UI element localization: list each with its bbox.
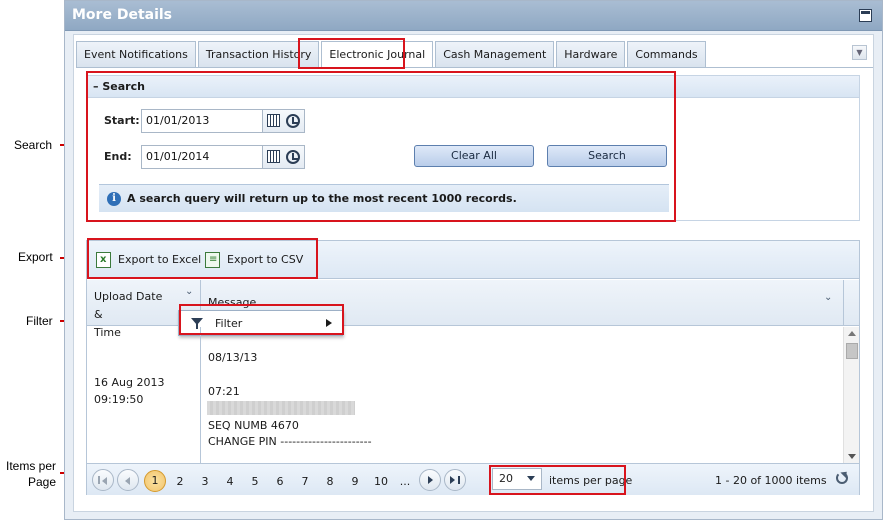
page-number[interactable]: 5 (249, 475, 261, 488)
page-number[interactable]: 9 (349, 475, 361, 488)
journal-grid: Export to Excel Export to CSV Upload Dat… (86, 240, 860, 495)
clock-icon[interactable] (286, 150, 300, 164)
tab-hardware[interactable]: Hardware (556, 41, 626, 67)
info-icon: i (107, 192, 121, 206)
upload-date-cell: 16 Aug 2013 09:19:50 (87, 327, 201, 463)
maximize-icon[interactable] (859, 9, 872, 22)
page-number[interactable]: 1 (144, 470, 166, 492)
start-date-picker (263, 109, 305, 133)
chevron-down-icon[interactable]: ⌄ (185, 286, 193, 297)
csv-icon (205, 252, 220, 268)
refresh-icon[interactable] (836, 472, 848, 484)
table-row[interactable]: 16 Aug 2013 09:19:50 08/13/13 07:21 SEQ … (87, 327, 859, 463)
submenu-arrow-icon (326, 319, 332, 327)
tab-commands[interactable]: Commands (627, 41, 706, 67)
scroll-down-icon[interactable] (848, 454, 856, 459)
search-panel: – Search Start: 01/01/2013 End: 01/01/20… (86, 75, 860, 221)
prev-page-icon (125, 477, 130, 485)
upload-time: 09:19:50 (94, 393, 144, 406)
start-label: Start: (104, 114, 140, 127)
dropdown-arrow-icon (527, 476, 535, 481)
search-info-text: A search query will return up to the mos… (127, 192, 517, 205)
filter-callout-label: Filter (26, 314, 53, 328)
calendar-icon[interactable] (267, 150, 280, 163)
message-line-1: 08/13/13 (208, 351, 258, 364)
export-excel-button[interactable]: Export to Excel (96, 251, 201, 269)
end-date-input[interactable]: 01/01/2014 (141, 145, 263, 169)
export-callout-label: Export (18, 250, 53, 264)
last-page-icon (450, 476, 455, 484)
tab-electronic-journal[interactable]: Electronic Journal (321, 41, 434, 68)
page-number[interactable]: 8 (324, 475, 336, 488)
items-per-page-label: items per page (549, 474, 633, 487)
tab-overflow-button[interactable]: ▼ (852, 45, 867, 60)
page-number[interactable]: 10 (372, 475, 390, 488)
panel-body: Event Notifications Transaction History … (73, 34, 874, 512)
panel-header: More Details (65, 1, 882, 31)
page-size-value: 20 (499, 472, 513, 485)
vertical-scrollbar[interactable] (843, 327, 859, 463)
page-size-select[interactable]: 20 (492, 468, 542, 490)
tab-divider (76, 67, 873, 68)
first-page-icon (98, 476, 100, 484)
clock-icon[interactable] (286, 114, 300, 128)
page-number[interactable]: 6 (274, 475, 286, 488)
column-message-label: Message (208, 296, 257, 309)
message-line-2: 07:21 (208, 385, 240, 398)
search-button[interactable]: Search (547, 145, 667, 167)
grid-pager: 1 2 3 4 5 6 7 8 9 10 ... 20 items per pa… (87, 463, 859, 495)
redacted-text (207, 401, 355, 415)
page-number[interactable]: 4 (224, 475, 236, 488)
items-per-page-callout-label-2: Page (27, 475, 56, 489)
message-line-4: CHANGE PIN ----------------------- (208, 435, 372, 448)
filter-icon (191, 318, 203, 329)
page-number[interactable]: 2 (174, 475, 186, 488)
calendar-icon[interactable] (267, 114, 280, 127)
search-panel-header[interactable]: – Search (87, 76, 859, 98)
page-ellipsis[interactable]: ... (399, 475, 411, 488)
chevron-down-icon[interactable]: ⌄ (824, 292, 832, 303)
page-number[interactable]: 3 (199, 475, 211, 488)
tab-strip: Event Notifications Transaction History … (76, 41, 706, 68)
more-details-panel: More Details Event Notifications Transac… (64, 0, 883, 520)
tab-cash-management[interactable]: Cash Management (435, 41, 555, 67)
collapse-icon[interactable]: – (93, 80, 102, 93)
scroll-thumb[interactable] (846, 343, 858, 359)
last-page-button[interactable] (444, 469, 466, 491)
upload-date-value: 16 Aug 2013 09:19:50 (94, 374, 164, 408)
column-divider (843, 280, 844, 326)
next-page-icon (428, 476, 433, 484)
first-page-button[interactable] (92, 469, 114, 491)
export-excel-label: Export to Excel (118, 253, 202, 266)
next-page-button[interactable] (419, 469, 441, 491)
scroll-up-icon[interactable] (848, 331, 856, 336)
end-label: End: (104, 150, 132, 163)
end-date-picker (263, 145, 305, 169)
tab-transaction-history[interactable]: Transaction History (197, 41, 320, 67)
column-upload-date-label-line1: Upload Date & (94, 290, 163, 321)
grid-toolbar: Export to Excel Export to CSV (87, 241, 859, 279)
excel-icon (96, 252, 111, 268)
search-panel-title: Search (102, 80, 145, 93)
upload-date: 16 Aug 2013 (94, 376, 165, 389)
clear-all-button[interactable]: Clear All (414, 145, 534, 167)
tab-event-notifications[interactable]: Event Notifications (76, 41, 196, 67)
prev-page-button[interactable] (117, 469, 139, 491)
panel-title: More Details (72, 7, 173, 23)
start-date-input[interactable]: 01/01/2013 (141, 109, 263, 133)
items-per-page-callout-label-1: Items per (5, 459, 56, 473)
page-number[interactable]: 7 (299, 475, 311, 488)
search-info-bar: i A search query will return up to the m… (99, 184, 669, 212)
export-csv-label: Export to CSV (227, 253, 304, 266)
export-csv-button[interactable]: Export to CSV (205, 251, 305, 269)
search-callout-label: Search (14, 138, 53, 152)
item-range-label: 1 - 20 of 1000 items (715, 474, 827, 487)
message-line-3: SEQ NUMB 4670 (208, 419, 299, 432)
